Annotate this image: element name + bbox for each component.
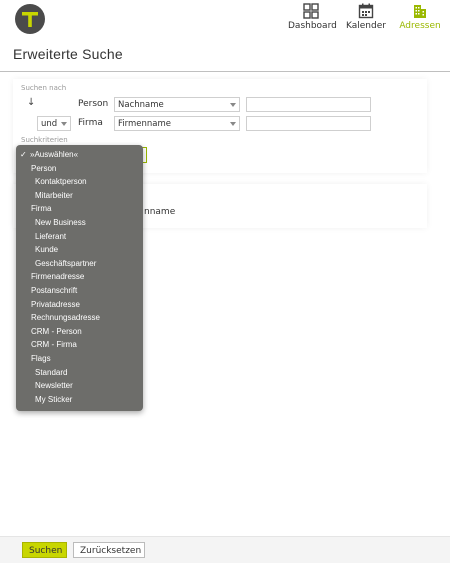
building-icon [414,5,426,18]
dropdown-option[interactable]: Firma [16,202,143,216]
dropdown-option-label: Firma [31,204,52,214]
dropdown-option-label: Privatadresse [31,299,80,309]
search-button[interactable]: Suchen [22,542,67,558]
row2-field-select[interactable]: Firmenname [114,116,240,131]
dropdown-option[interactable]: CRM - Person [16,325,143,339]
dropdown-option[interactable]: ✓ »Auswählen« [16,148,143,162]
top-navigation: Dashboard Kalender Adressen [0,0,450,40]
dropdown-option-label: Person [31,163,57,173]
nav-kalender-label: Kalender [346,21,386,31]
dropdown-option[interactable]: Rechnungsadresse [16,311,143,325]
nav-kalender[interactable]: Kalender [345,3,387,31]
row1-value-input[interactable] [246,97,371,112]
t-logo-icon [22,12,38,27]
dropdown-option[interactable]: Postanschrift [16,284,143,298]
dropdown-option[interactable]: Newsletter [16,379,143,393]
dropdown-option-label: Kontaktperson [35,177,87,187]
dropdown-option-label: Standard [35,367,68,377]
page-title: Erweiterte Suche [13,46,123,62]
dropdown-option[interactable]: CRM - Firma [16,338,143,352]
dropdown-option-label: Geschäftspartner [35,258,97,268]
dropdown-option[interactable]: Flags [16,352,143,366]
row2-entity-label: Firma [78,118,103,128]
suchkriterien-label: Suchkriterien [21,136,68,144]
nav-adressen[interactable]: Adressen [399,3,441,31]
check-icon: ✓ [20,150,27,159]
dropdown-option[interactable]: Kunde [16,243,143,257]
nav-dashboard[interactable]: Dashboard [288,3,337,31]
app-logo[interactable] [15,4,45,34]
nav-adressen-label: Adressen [399,21,441,31]
dropdown-option-label: Postanschrift [31,285,78,295]
row2-conjunction-select[interactable]: und [37,116,71,131]
criteria-dropdown-menu: ✓ »Auswählen« Person Kontaktperson Mitarbeit… [16,145,143,411]
dropdown-option[interactable]: Lieferant [16,230,143,244]
dropdown-option[interactable]: My Sticker [16,393,143,407]
dropdown-option[interactable]: Standard [16,366,143,380]
dropdown-option-label: Kunde [35,245,59,255]
row2-conjunction-value: und [41,119,58,129]
chevron-down-icon [230,122,236,126]
nav-dashboard-label: Dashboard [288,21,337,31]
calendar-icon [358,3,374,19]
criteria-panel-text: nname [144,207,176,217]
dropdown-option-label: Rechnungsadresse [31,313,100,323]
chevron-down-icon [230,103,236,107]
dropdown-option[interactable]: New Business [16,216,143,230]
dropdown-option-label: Flags [31,353,51,363]
dropdown-option-label: Mitarbeiter [35,190,73,200]
dashboard-grid-icon [303,3,319,19]
footer-bar [0,536,450,563]
dropdown-option[interactable]: Firmenadresse [16,270,143,284]
row1-field-value: Nachname [118,100,164,110]
chevron-down-icon [61,122,67,126]
dropdown-option-label: CRM - Person [31,326,82,336]
dropdown-option[interactable]: Privatadresse [16,298,143,312]
dropdown-option-label: Newsletter [35,381,73,391]
row2-field-value: Firmenname [118,119,171,129]
dropdown-option-label: »Auswählen« [30,150,79,159]
title-divider [0,71,450,72]
reset-button[interactable]: Zurücksetzen [73,542,145,558]
dropdown-option-label: New Business [35,217,86,227]
dropdown-option[interactable]: Mitarbeiter [16,189,143,203]
suchen-nach-label: Suchen nach [21,84,67,92]
dropdown-option-label: Firmenadresse [31,272,85,282]
dropdown-option-label: CRM - Firma [31,340,77,350]
dropdown-option[interactable]: Person [16,162,143,176]
row1-field-select[interactable]: Nachname [114,97,240,112]
dropdown-option[interactable]: Geschäftspartner [16,257,143,271]
dropdown-option-label: Lieferant [35,231,67,241]
sort-arrow-icon[interactable]: ↓ [27,97,35,108]
row2-value-input[interactable] [246,116,371,131]
row1-entity-label: Person [78,99,109,109]
dropdown-option[interactable]: Kontaktperson [16,175,143,189]
dropdown-option-label: My Sticker [35,394,73,404]
